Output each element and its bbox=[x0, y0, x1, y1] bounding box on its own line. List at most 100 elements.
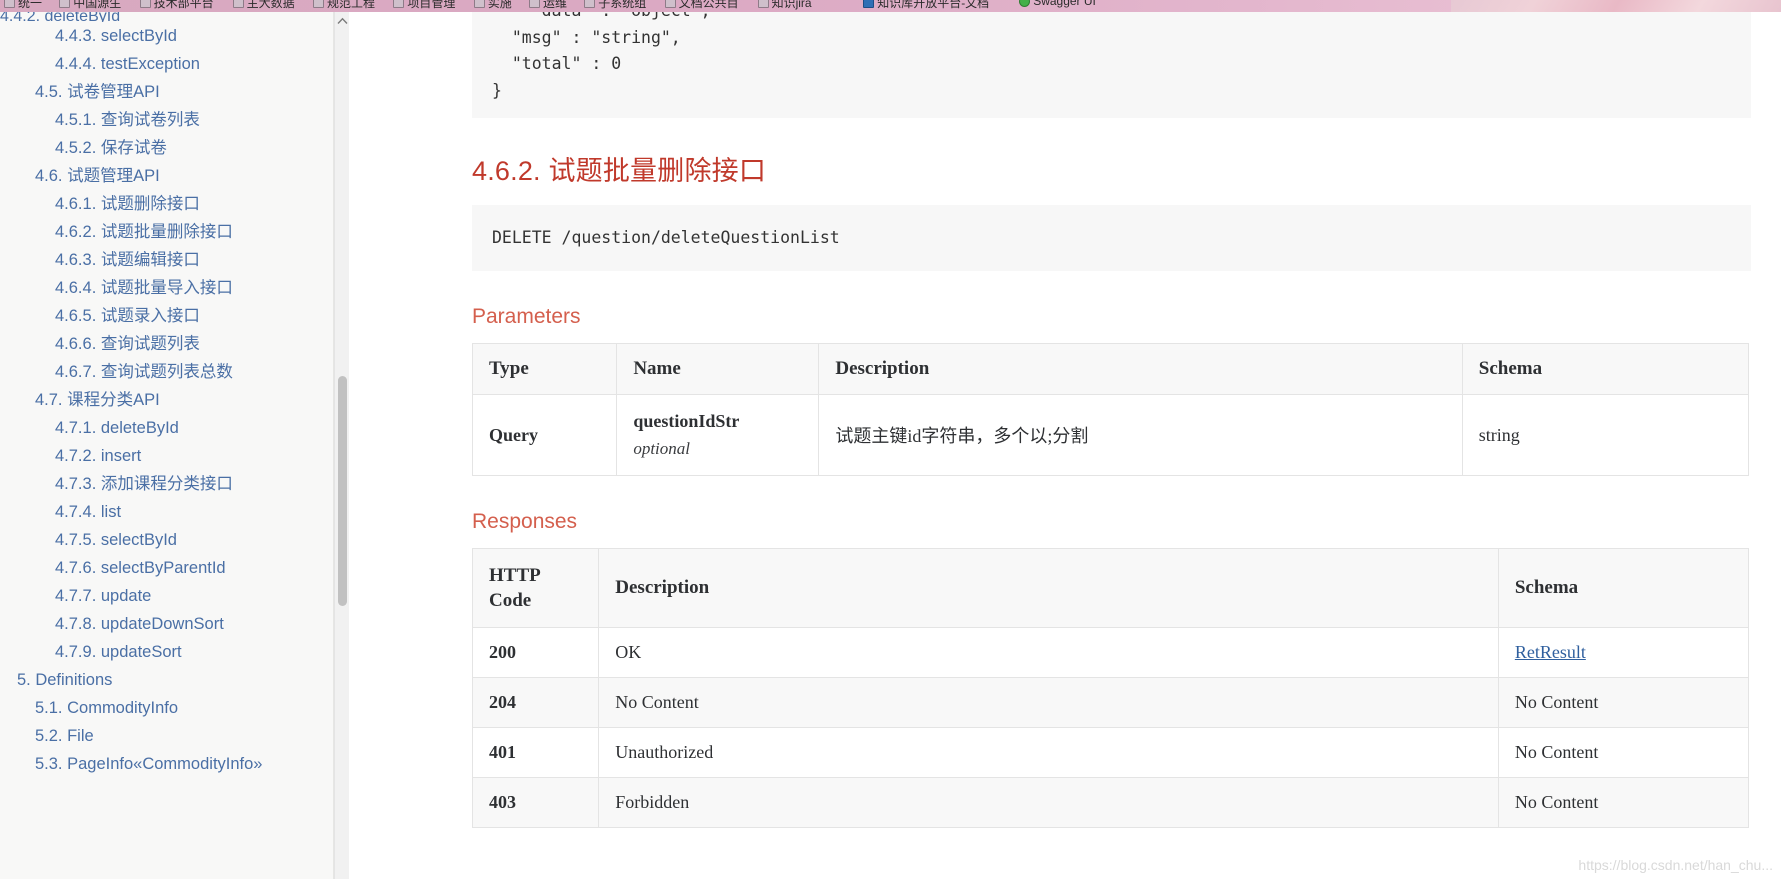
toc-item[interactable]: 5.1. CommodityInfo bbox=[0, 694, 333, 722]
toc-item[interactable]: 5.3. PageInfo«CommodityInfo» bbox=[0, 750, 333, 778]
toc-item[interactable]: 4.5.2. 保存试卷 bbox=[0, 134, 333, 162]
scroll-up-arrow-icon[interactable] bbox=[335, 12, 350, 29]
toc-item[interactable]: 4.6.7. 查询试题列表总数 bbox=[0, 358, 333, 386]
responses-table: HTTP Code Description Schema 200 OK RetRes… bbox=[471, 548, 1750, 828]
toc-item[interactable]: 5. Definitions bbox=[0, 666, 333, 694]
responses-table-body: 200 OK RetResult 204 No Content No Content 401… bbox=[471, 627, 1750, 828]
bookmark-item[interactable]: 子系统组 bbox=[584, 0, 646, 11]
toc-item[interactable]: 4.7.9. updateSort bbox=[0, 638, 333, 666]
bookmark-label: 子系统组 bbox=[598, 0, 647, 10]
response-description-cell: No Content bbox=[598, 677, 1499, 728]
response-schema-cell: RetResult bbox=[1497, 627, 1750, 678]
response-description-cell: Unauthorized bbox=[598, 727, 1499, 778]
bookmark-item[interactable]: 实施 bbox=[473, 0, 512, 11]
response-schema-cell: No Content bbox=[1497, 777, 1750, 828]
toc-item[interactable]: 4.7.8. updateDownSort bbox=[0, 610, 333, 638]
bookmark-label: 技术部平台 bbox=[153, 0, 214, 10]
bookmark-icon bbox=[313, 0, 324, 8]
bookmark-label: 实施 bbox=[487, 0, 512, 10]
toc-item[interactable]: 4.7.3. 添加课程分类接口 bbox=[0, 470, 333, 498]
bookmark-icon bbox=[584, 0, 596, 8]
toc-item[interactable]: 4.7.4. list bbox=[0, 498, 333, 526]
toc-item[interactable]: 4.4.3. selectById bbox=[0, 22, 333, 50]
toc-item[interactable]: 4.7.7. update bbox=[0, 582, 333, 610]
bookmark-label: 知识jira bbox=[771, 0, 812, 10]
bookmark-label: 知识库开放平台-文档 bbox=[877, 0, 990, 10]
bookmark-item[interactable]: 运维 bbox=[529, 0, 567, 11]
toc-item[interactable]: 4.7.2. insert bbox=[0, 442, 333, 470]
toc-item[interactable]: 4.7.6. selectByParentId bbox=[0, 554, 333, 582]
toc-item[interactable]: 4.6.3. 试题编辑接口 bbox=[0, 246, 333, 274]
column-header-schema: Schema bbox=[1461, 343, 1750, 395]
bookmark-icon bbox=[232, 0, 244, 8]
toc-item[interactable]: 4.6.4. 试题批量导入接口 bbox=[0, 274, 333, 302]
toc-item[interactable]: 4.4.4. testException bbox=[0, 50, 333, 78]
response-code-cell: 401 bbox=[471, 727, 600, 778]
bookmark-icon bbox=[529, 0, 540, 8]
bookmark-label: 统一 bbox=[18, 0, 43, 10]
bookmark-item[interactable]: 文档公共目 bbox=[664, 0, 739, 11]
response-description-cell: Forbidden bbox=[598, 777, 1499, 828]
document-content-area: "data" : "object", "msg" : "string", "to… bbox=[350, 12, 1781, 879]
bookmark-icon bbox=[4, 0, 15, 8]
column-header-description: Description bbox=[818, 343, 1463, 395]
bookmark-item[interactable]: 中国源生 bbox=[59, 0, 121, 11]
parameters-section-title: Parameters bbox=[472, 305, 581, 328]
response-code-cell: 200 bbox=[471, 627, 600, 678]
toc-item[interactable]: 4.7. 课程分类API bbox=[0, 386, 333, 414]
sidebar-scrollbar[interactable] bbox=[334, 12, 349, 879]
toc-item[interactable]: 4.6.5. 试题录入接口 bbox=[0, 302, 333, 330]
bookmark-icon bbox=[664, 0, 676, 8]
bookmark-item[interactable]: 主大数据 bbox=[232, 0, 295, 11]
table-header-row: Type Name Description Schema bbox=[471, 343, 1750, 395]
bookmark-item[interactable]: 技术部平台 bbox=[139, 0, 214, 11]
param-name-text: questionIdStr bbox=[633, 411, 740, 431]
column-header-schema: Schema bbox=[1497, 548, 1750, 628]
table-header-row: HTTP Code Description Schema bbox=[471, 548, 1750, 628]
table-row: 403 Forbidden No Content bbox=[471, 777, 1750, 828]
bookmark-icon bbox=[757, 0, 769, 8]
column-header-name: Name bbox=[616, 343, 820, 395]
param-optional-text: optional bbox=[633, 439, 690, 458]
responses-section-title: Responses bbox=[472, 510, 578, 533]
toc-item[interactable]: 4.5.1. 查询试卷列表 bbox=[0, 106, 333, 134]
bookmark-icon bbox=[473, 0, 485, 8]
bookmark-item[interactable]: 知识库开放平台-文档 bbox=[863, 0, 989, 11]
schema-link[interactable]: RetResult bbox=[1515, 642, 1586, 662]
bookmark-item[interactable]: 项目管理 bbox=[393, 0, 455, 11]
table-of-contents-sidebar[interactable]: 4.4.2. deleteById 4.4.3. selectById 4.4.4… bbox=[0, 12, 334, 879]
bookmark-item[interactable]: 规范工程 bbox=[313, 0, 375, 11]
bookmark-item[interactable]: Swagger UI bbox=[1019, 0, 1096, 8]
toc-item[interactable]: 4.6.6. 查询试题列表 bbox=[0, 330, 333, 358]
toc-item[interactable]: 4.5. 试卷管理API bbox=[0, 78, 333, 106]
param-schema-cell: string bbox=[1461, 394, 1750, 476]
sidebar-scrollbar-thumb[interactable] bbox=[338, 376, 347, 606]
response-description-cell: OK bbox=[598, 627, 1499, 678]
response-schema-cell: No Content bbox=[1497, 677, 1750, 728]
column-header-description: Description bbox=[598, 548, 1499, 628]
response-schema-cell: No Content bbox=[1497, 727, 1750, 778]
bookmark-item[interactable]: 统一 bbox=[4, 0, 42, 11]
toc-item[interactable]: 5.2. File bbox=[0, 722, 333, 750]
toc-item[interactable]: 4.6. 试题管理API bbox=[0, 162, 333, 190]
bookmark-icon bbox=[59, 0, 71, 8]
bookmark-label: 主大数据 bbox=[246, 0, 295, 10]
toc-item-clipped[interactable]: 4.4.2. deleteById bbox=[0, 12, 333, 22]
bookmark-icon bbox=[393, 0, 405, 8]
toc-item[interactable]: 4.6.1. 试题删除接口 bbox=[0, 190, 333, 218]
bookmark-green-icon bbox=[1019, 0, 1031, 7]
bookmark-item[interactable]: 知识jira bbox=[757, 0, 812, 11]
endpoint-code-block: DELETE /question/deleteQuestionList bbox=[472, 205, 1751, 271]
bookmark-label: 规范工程 bbox=[327, 0, 376, 10]
column-header-type: Type bbox=[471, 343, 618, 395]
param-type-cell: Query bbox=[471, 394, 618, 476]
param-name-cell: questionIdStr optional bbox=[616, 394, 820, 476]
toc-item[interactable]: 4.7.5. selectById bbox=[0, 526, 333, 554]
toc-item[interactable]: 4.6.2. 试题批量删除接口 bbox=[0, 218, 333, 246]
browser-theme-image bbox=[1451, 0, 1781, 12]
param-description-cell: 试题主键id字符串，多个以;分割 bbox=[818, 394, 1463, 476]
table-row: 204 No Content No Content bbox=[471, 677, 1750, 728]
toc-item[interactable]: 4.7.1. deleteById bbox=[0, 414, 333, 442]
response-example-code-block: "data" : "object", "msg" : "string", "to… bbox=[472, 12, 1751, 118]
bookmark-label: 中国源生 bbox=[73, 0, 122, 10]
